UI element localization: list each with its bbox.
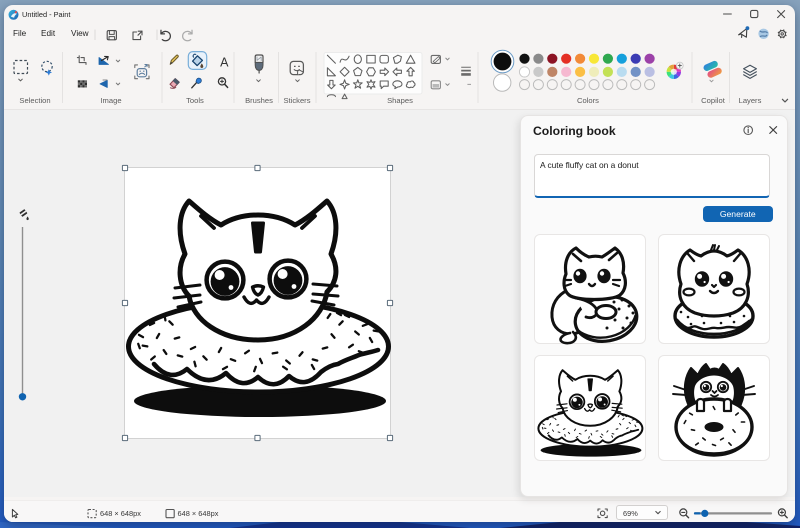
svg-text:A: A: [220, 56, 229, 70]
